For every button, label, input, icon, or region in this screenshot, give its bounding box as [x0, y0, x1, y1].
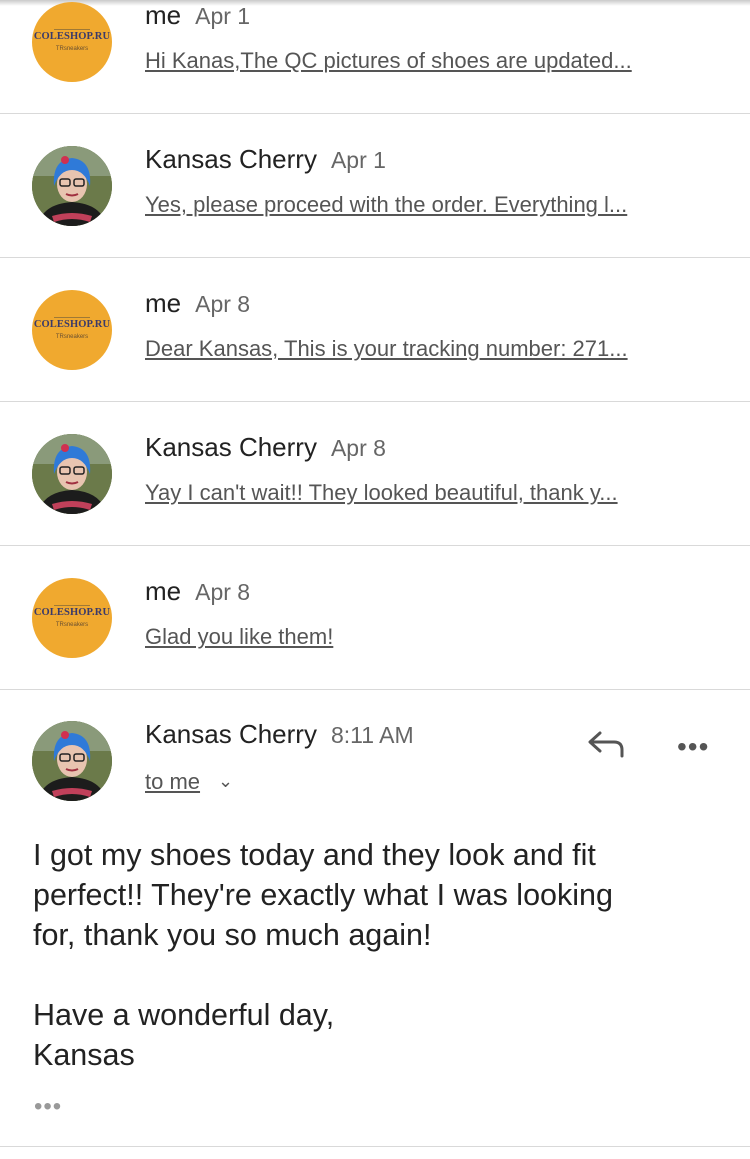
person-photo [32, 721, 112, 801]
thread-item[interactable]: COLESHOP.RU TRsneakers me Apr 1 Hi Kanas,… [0, 0, 750, 114]
message-date: Apr 8 [330, 435, 386, 461]
logo-line [54, 605, 90, 606]
chevron-down-icon[interactable]: ⌄ [218, 771, 233, 792]
signoff-line: Kansas [33, 1038, 135, 1072]
thread-item[interactable]: Kansas Cherry Apr 8 Yay I can't wait!! Th… [0, 402, 750, 546]
thread-item[interactable]: Kansas Cherry Apr 1 Yes, please proceed w… [0, 114, 750, 258]
signoff-line: Have a wonderful day, [33, 998, 335, 1032]
avatar: COLESHOP.RU TRsneakers [32, 2, 112, 82]
logo-brand: COLESHOP.RU [33, 31, 111, 42]
logo-sub: TRsneakers [55, 622, 89, 628]
avatar: COLESHOP.RU TRsneakers [32, 578, 112, 658]
sender-name: Kansas Cherry Apr 8 [145, 432, 386, 462]
open-message: Kansas Cherry 8:11 AM to me ⌄ ••• I got m… [0, 689, 750, 1147]
body-line: for, thank you so much again! [33, 918, 432, 952]
message-date: Apr 8 [195, 579, 251, 605]
message-snippet[interactable]: Yay I can't wait!! They looked beautiful… [145, 480, 618, 506]
logo-line [54, 317, 90, 318]
avatar: COLESHOP.RU TRsneakers [32, 290, 112, 370]
avatar [32, 434, 112, 514]
more-options-icon[interactable]: ••• [677, 731, 709, 763]
sender-name: Kansas Cherry 8:11 AM [145, 719, 414, 749]
person-photo [32, 146, 112, 226]
recipients-toggle[interactable]: to me [145, 769, 200, 795]
avatar [32, 721, 112, 801]
thread-item[interactable]: COLESHOP.RU TRsneakers me Apr 8 Dear Kans… [0, 258, 750, 402]
message-snippet[interactable]: Hi Kanas,The QC pictures of shoes are up… [145, 48, 632, 74]
message-snippet[interactable]: Dear Kansas, This is your tracking numbe… [145, 336, 628, 362]
message-time: 8:11 AM [330, 722, 414, 748]
sender-name: me Apr 8 [145, 576, 251, 606]
message-date: Apr 8 [195, 291, 251, 317]
message-body: I got my shoes today and they look and f… [33, 835, 723, 1075]
message-date: Apr 1 [330, 147, 386, 173]
thread-item[interactable]: COLESHOP.RU TRsneakers me Apr 8 Glad you … [0, 546, 750, 690]
logo-brand: COLESHOP.RU [33, 607, 111, 618]
sender-name: me Apr 8 [145, 288, 251, 318]
show-trimmed-content-button[interactable]: ••• [34, 1093, 62, 1121]
message-snippet[interactable]: Glad you like them! [145, 624, 333, 650]
logo-sub: TRsneakers [55, 46, 89, 52]
message-date: Apr 1 [195, 3, 251, 29]
message-snippet[interactable]: Yes, please proceed with the order. Ever… [145, 192, 627, 218]
sender-name: Kansas Cherry Apr 1 [145, 144, 386, 174]
sender-name: me Apr 1 [145, 0, 251, 30]
person-photo [32, 434, 112, 514]
logo-sub: TRsneakers [55, 334, 89, 340]
body-line: I got my shoes today and they look and f… [33, 838, 596, 872]
logo-line [54, 29, 90, 30]
body-line: perfect!! They're exactly what I was loo… [33, 878, 613, 912]
reply-icon[interactable] [586, 729, 626, 759]
avatar [32, 146, 112, 226]
logo-brand: COLESHOP.RU [33, 319, 111, 330]
